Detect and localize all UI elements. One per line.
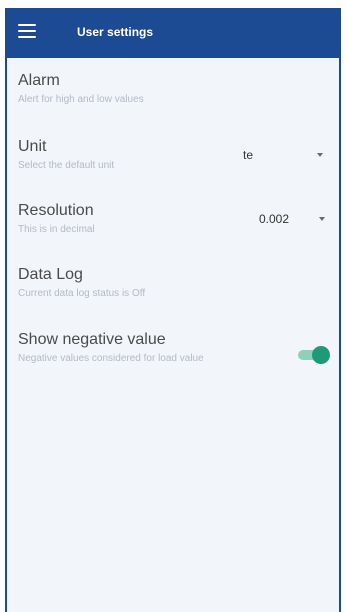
app-frame: User settings Alarm Alert for high and l… [5,8,341,612]
resolution-dropdown[interactable]: 0.002 [259,212,325,226]
unit-dropdown[interactable]: te [243,148,323,162]
chevron-down-icon [317,153,323,157]
app-bar: User settings [7,8,339,58]
setting-alarm-title: Alarm [18,72,60,89]
setting-show-negative-title: Show negative value [18,331,166,348]
menu-icon-line [18,24,36,26]
setting-data-log-title: Data Log [18,266,83,283]
resolution-dropdown-value: 0.002 [259,212,290,226]
menu-icon-line [18,30,36,32]
toggle-thumb [312,346,330,364]
page-title: User settings [77,25,154,39]
show-negative-toggle[interactable] [298,346,330,364]
setting-data-log[interactable]: Data Log Current data log status is Off [18,265,329,301]
chevron-down-icon [319,217,325,221]
unit-dropdown-value: te [243,148,254,162]
setting-data-log-subtitle: Current data log status is Off [18,288,146,299]
setting-alarm-subtitle: Alert for high and low values [18,94,144,105]
setting-alarm[interactable]: Alarm Alert for high and low values [18,71,329,107]
setting-show-negative: Show negative value Negative values cons… [18,330,329,366]
hamburger-menu-icon[interactable] [18,24,36,38]
menu-icon-line [18,36,36,38]
setting-show-negative-subtitle: Negative values considered for load valu… [18,353,204,364]
